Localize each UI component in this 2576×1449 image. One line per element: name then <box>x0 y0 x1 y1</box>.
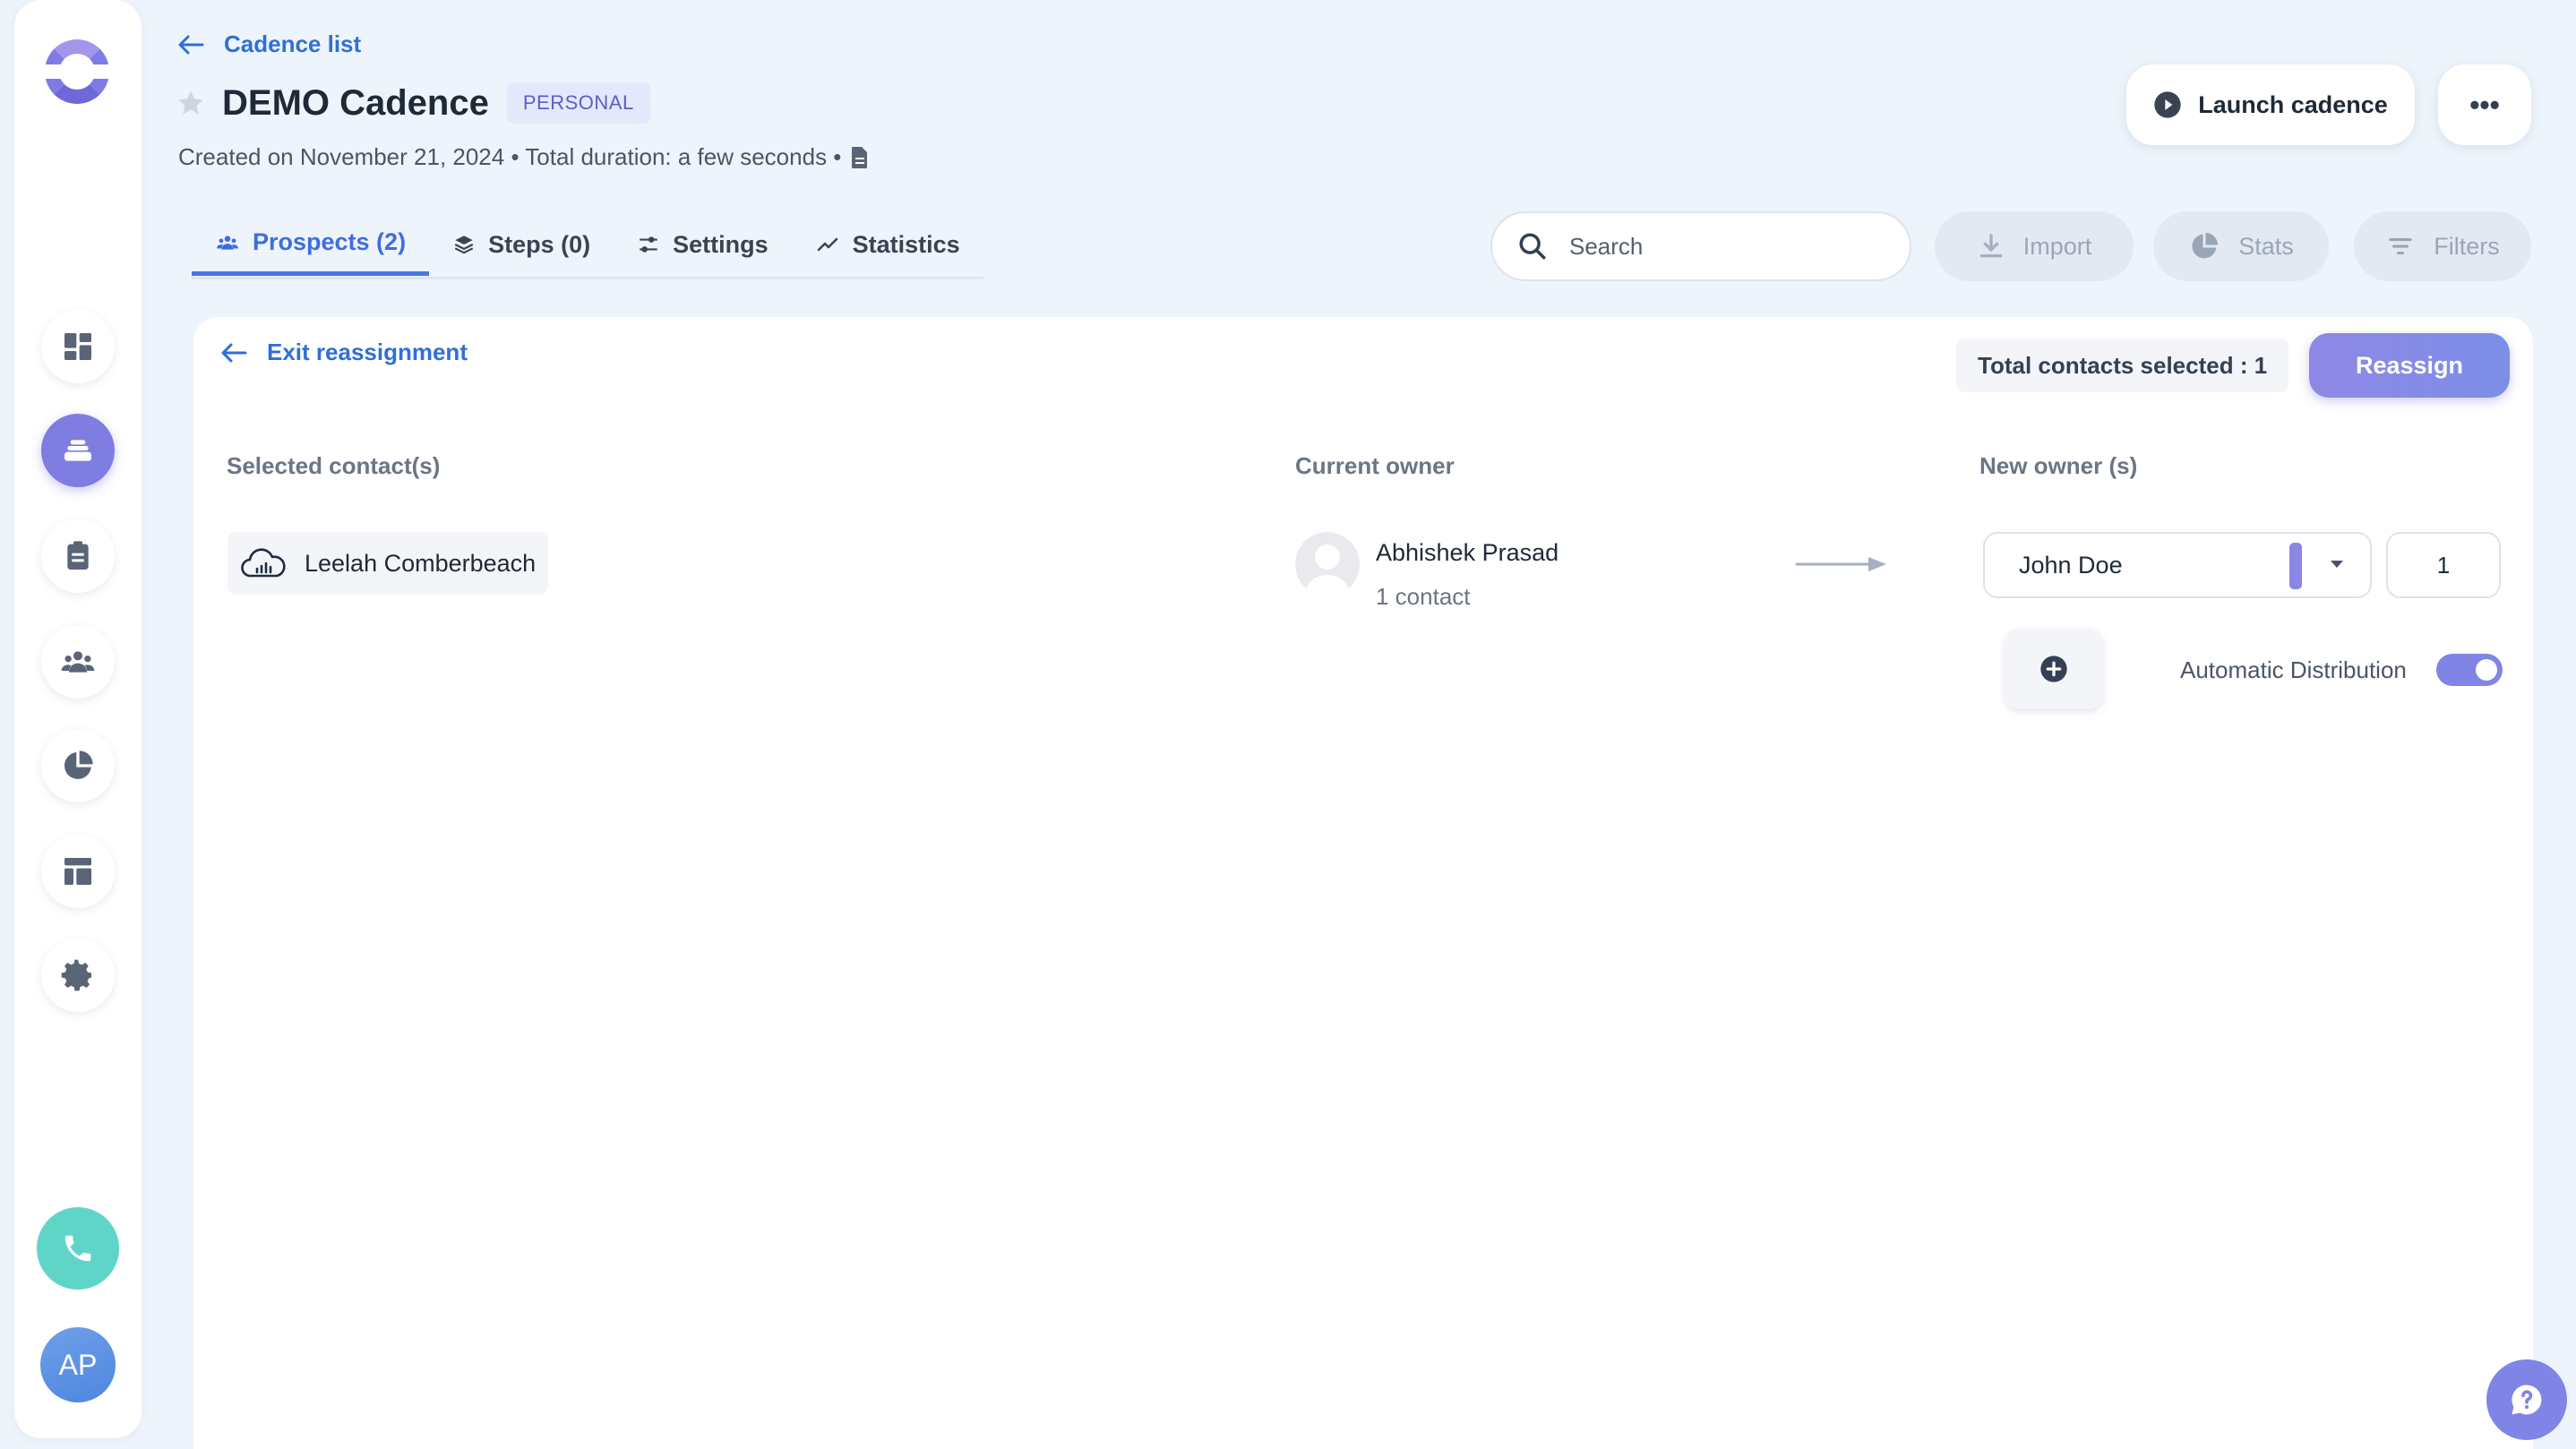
new-owner-value: John Doe <box>2019 551 2123 579</box>
cadence-stack-icon <box>64 440 91 461</box>
add-owner-button[interactable] <box>2005 629 2103 709</box>
automatic-distribution-label: Automatic Distribution <box>2180 656 2407 683</box>
dashboard-icon <box>64 333 91 360</box>
search-input[interactable] <box>1569 232 1892 261</box>
download-icon <box>1979 234 2003 258</box>
total-selected-badge: Total contacts selected : 1 <box>1956 339 2289 392</box>
sidebar: AP <box>14 0 142 1438</box>
filter-icon <box>2389 237 2413 255</box>
filters-label: Filters <box>2434 232 2500 260</box>
sidebar-item-dashboard[interactable] <box>41 310 115 383</box>
arrow-left-icon <box>178 35 204 54</box>
cadence-meta: Created on November 21, 2024 • Total dur… <box>178 143 870 171</box>
help-chat-icon <box>2512 1385 2542 1415</box>
play-circle-icon <box>2154 91 2181 118</box>
cadence-list-label: Cadence list <box>224 30 362 57</box>
user-placeholder-icon <box>1304 544 1351 596</box>
select-indicator <box>2289 543 2302 589</box>
reassignment-panel <box>193 317 2533 1449</box>
cadence-list-link[interactable]: Cadence list <box>177 30 361 58</box>
arrow-left-icon <box>221 343 247 362</box>
contact-name: Leelah Comberbeach <box>305 549 537 577</box>
layers-icon <box>454 236 474 254</box>
tab-statistics-label: Statistics <box>852 230 960 258</box>
tab-prospects[interactable]: Prospects (2) <box>192 213 430 276</box>
page-title: DEMO Cadence <box>222 82 489 123</box>
plus-circle-icon <box>2040 656 2067 682</box>
import-button[interactable]: Import <box>1935 211 2134 281</box>
search-icon <box>1519 233 1546 260</box>
sidebar-item-settings[interactable] <box>41 939 115 1012</box>
current-owner-name: Abhishek Prasad <box>1376 539 1559 566</box>
more-options-button[interactable]: ••• <box>2438 64 2531 145</box>
sidebar-item-tasks[interactable] <box>41 519 115 593</box>
layout-icon <box>64 858 91 885</box>
sidebar-item-reports[interactable] <box>41 729 115 802</box>
exit-reassignment-label: Exit reassignment <box>267 339 468 365</box>
phone-button[interactable] <box>37 1207 119 1290</box>
selected-contacts-header: Selected contact(s) <box>227 452 441 479</box>
clipboard-icon <box>67 541 89 570</box>
pie-chart-icon <box>64 750 93 779</box>
gear-icon <box>61 959 91 991</box>
arrow-right-icon <box>1795 557 1886 571</box>
new-owner-quantity[interactable]: 1 <box>2386 532 2501 598</box>
team-icon <box>217 235 238 250</box>
import-label: Import <box>2022 232 2092 260</box>
exit-reassignment-link[interactable]: Exit reassignment <box>220 339 468 366</box>
pie-chart-icon <box>2192 233 2219 259</box>
more-options-icon: ••• <box>2469 88 2500 121</box>
filters-button[interactable]: Filters <box>2354 211 2531 281</box>
sliders-icon <box>640 236 657 253</box>
tab-prospects-label: Prospects (2) <box>253 228 407 255</box>
user-avatar[interactable]: AP <box>40 1327 116 1402</box>
automatic-distribution-toggle[interactable] <box>2436 654 2503 686</box>
tab-steps-label: Steps (0) <box>488 230 591 258</box>
tab-settings[interactable]: Settings <box>614 213 792 276</box>
stats-button[interactable]: Stats <box>2153 211 2329 281</box>
reassign-button[interactable]: Reassign <box>2309 333 2510 398</box>
launch-cadence-button[interactable]: Launch cadence <box>2126 64 2415 145</box>
star-icon[interactable] <box>176 88 206 118</box>
cadence-meta-text: Created on November 21, 2024 • Total dur… <box>178 143 842 170</box>
current-owner-header: Current owner <box>1295 452 1455 479</box>
trend-line-icon <box>817 237 837 252</box>
sidebar-item-cadences[interactable] <box>41 414 115 487</box>
cadence-tabs: Prospects (2) Steps (0) Settings Statist… <box>192 213 983 279</box>
tab-statistics[interactable]: Statistics <box>792 213 983 276</box>
current-owner-count: 1 contact <box>1376 583 1471 610</box>
chevron-down-icon[interactable] <box>2331 561 2343 568</box>
new-owner-header: New owner (s) <box>1979 452 2138 479</box>
sidebar-item-team[interactable] <box>41 625 115 699</box>
stats-label: Stats <box>2238 232 2294 260</box>
search-box <box>1490 211 1911 281</box>
owner-avatar <box>1295 532 1360 596</box>
title-row: DEMO Cadence PERSONAL <box>176 82 650 124</box>
team-icon <box>61 651 95 673</box>
current-owner: Abhishek Prasad 1 contact <box>1295 532 1558 611</box>
help-chat-button[interactable] <box>2486 1359 2567 1440</box>
cloud-signal-icon <box>241 548 286 578</box>
tab-steps[interactable]: Steps (0) <box>429 213 614 276</box>
tab-settings-label: Settings <box>673 230 769 258</box>
selected-contact-chip: Leelah Comberbeach <box>228 532 549 595</box>
sidebar-item-templates[interactable] <box>41 835 115 908</box>
app-logo[interactable] <box>41 39 113 104</box>
personal-badge: PERSONAL <box>506 82 650 124</box>
launch-cadence-label: Launch cadence <box>2198 90 2388 118</box>
new-owner-select[interactable]: John Doe <box>1983 532 2372 598</box>
document-icon[interactable] <box>850 146 870 169</box>
phone-icon <box>64 1235 91 1262</box>
